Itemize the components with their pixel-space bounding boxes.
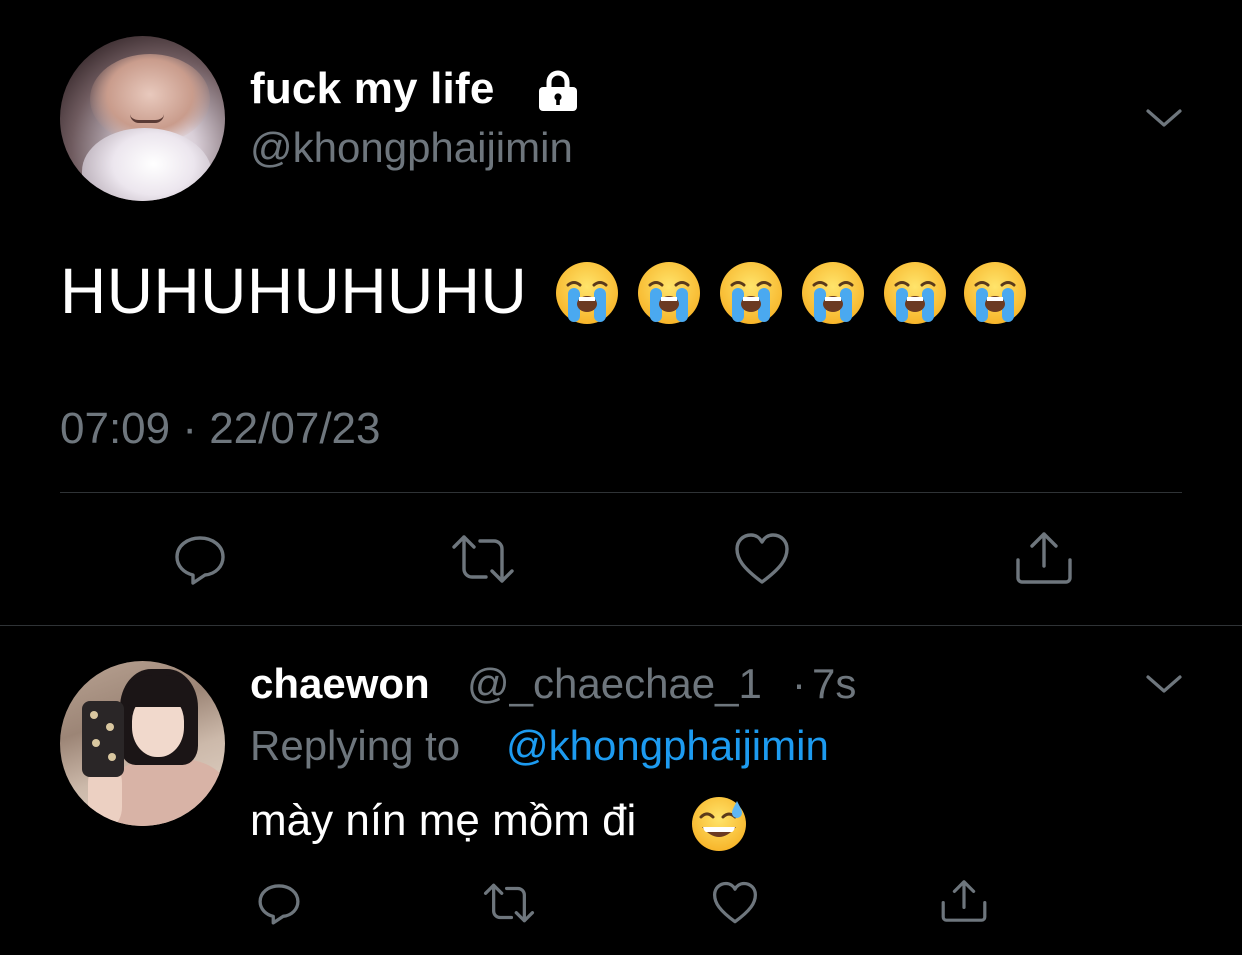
avatar-bangs: [128, 675, 190, 707]
avatar-body: [108, 759, 225, 826]
phone-pattern: [90, 711, 98, 719]
chevron-down-icon[interactable]: [1144, 104, 1184, 132]
avatar-phone: [82, 701, 124, 777]
retweet-icon[interactable]: [450, 533, 516, 585]
reply-icon[interactable]: [172, 532, 228, 588]
loudly-crying-face-icon: [964, 262, 1026, 324]
grinning-face-with-sweat-icon: [692, 797, 746, 851]
loudly-crying-face-icon: [802, 262, 864, 324]
avatar-pillow: [82, 128, 212, 201]
retweet-icon[interactable]: [482, 882, 536, 924]
reply-separator: ·: [792, 660, 806, 707]
reply-author-handle[interactable]: @_chaechae_1: [467, 660, 762, 708]
phone-pattern: [92, 739, 100, 747]
reply-author-name[interactable]: chaewon: [250, 660, 430, 708]
like-icon[interactable]: [733, 532, 791, 586]
author-avatar[interactable]: [60, 36, 225, 201]
avatar-eye: [130, 114, 164, 123]
tweet-detail-screen: fuck my life @khongphaijimin HUHUHUHUHU: [0, 0, 1242, 955]
phone-pattern: [106, 723, 114, 731]
replying-to-mention[interactable]: @khongphaijimin: [506, 722, 829, 770]
tweet-text: HUHUHUHUHU: [60, 255, 528, 327]
author-display-name[interactable]: fuck my life: [250, 64, 495, 114]
tweet-timestamp[interactable]: 07:09 · 22/07/23: [60, 404, 380, 454]
reply-text: mày nín mẹ mồm đi: [250, 796, 637, 845]
author-handle[interactable]: @khongphaijimin: [250, 124, 573, 172]
reply-icon[interactable]: [256, 881, 302, 927]
lock-icon: [539, 70, 577, 111]
divider: [0, 625, 1242, 626]
loudly-crying-face-icon: [720, 262, 782, 324]
loudly-crying-face-icon: [556, 262, 618, 324]
loudly-crying-face-icon: [884, 262, 946, 324]
replying-to-label: Replying to: [250, 722, 461, 769]
loudly-crying-face-icon: [638, 262, 700, 324]
share-icon[interactable]: [940, 878, 988, 924]
share-icon[interactable]: [1014, 530, 1074, 586]
reply-time[interactable]: 7s: [812, 660, 856, 708]
reply-author-avatar[interactable]: [60, 661, 225, 826]
divider: [60, 492, 1182, 493]
phone-pattern: [108, 753, 116, 761]
chevron-down-icon[interactable]: [1144, 670, 1184, 698]
like-icon[interactable]: [711, 881, 759, 925]
